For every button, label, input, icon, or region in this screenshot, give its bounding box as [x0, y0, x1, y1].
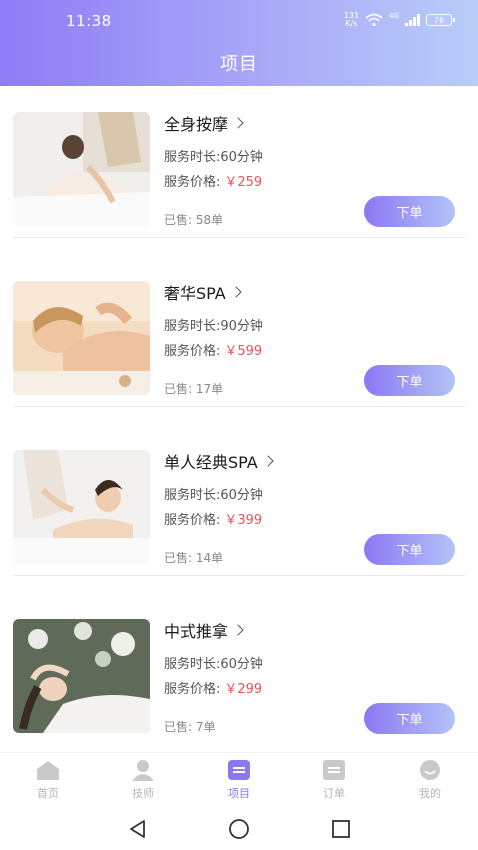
battery-icon: 76	[426, 14, 455, 26]
chevron-right-icon	[262, 455, 274, 467]
service-duration: 服务时长:60分钟	[164, 150, 263, 165]
service-price: 服务价格: ￥259	[164, 175, 263, 190]
divider	[13, 237, 465, 238]
signal-icon	[405, 14, 420, 26]
service-image	[13, 281, 150, 395]
bottom-tab-bar: 首页 技师 项目 订单 我的	[0, 752, 478, 808]
service-price: 服务价格: ￥599	[164, 344, 263, 359]
divider	[13, 406, 465, 407]
tab-home[interactable]: 首页	[18, 759, 78, 801]
network-speed: 131 K/s	[343, 11, 360, 28]
service-item[interactable]: 奢华SPA 服务时长:90分钟 服务价格: ￥599 已售: 17单 下单	[0, 255, 478, 424]
home-circle-icon[interactable]	[228, 818, 250, 840]
system-nav-bar	[0, 808, 478, 850]
service-image	[13, 619, 150, 733]
tab-technician[interactable]: 技师	[113, 759, 173, 801]
project-icon	[228, 760, 250, 780]
order-button[interactable]: 下单	[364, 365, 455, 396]
page-title: 项目	[220, 54, 258, 75]
service-name: 单人经典SPA	[164, 453, 258, 472]
service-name: 奢华SPA	[164, 284, 226, 303]
service-price: 服务价格: ￥299	[164, 682, 263, 697]
tab-order[interactable]: 订单	[304, 759, 364, 801]
service-duration: 服务时长:60分钟	[164, 488, 263, 503]
chevron-right-icon	[230, 286, 242, 298]
network-type: 4G	[389, 12, 399, 20]
recents-icon[interactable]	[330, 818, 352, 840]
sold-count: 已售: 14单	[164, 551, 224, 565]
sold-count: 已售: 7单	[164, 720, 216, 734]
sold-count: 已售: 17单	[164, 382, 224, 396]
sold-count: 已售: 58单	[164, 213, 224, 227]
service-image	[13, 112, 150, 226]
service-name-link[interactable]: 单人经典SPA	[164, 449, 274, 473]
service-name: 全身按摩	[164, 115, 229, 134]
service-name-link[interactable]: 中式推拿	[164, 618, 244, 642]
home-icon	[37, 761, 59, 780]
divider	[13, 575, 465, 576]
wifi-icon	[365, 13, 383, 27]
service-item[interactable]: 全身按摩 服务时长:60分钟 服务价格: ￥259 已售: 58单 下单	[0, 86, 478, 255]
chevron-right-icon	[232, 624, 244, 636]
service-list: 全身按摩 服务时长:60分钟 服务价格: ￥259 已售: 58单 下单 奢华S…	[0, 86, 478, 762]
order-button[interactable]: 下单	[364, 703, 455, 734]
order-button[interactable]: 下单	[364, 534, 455, 565]
technician-icon	[132, 760, 154, 781]
service-name-link[interactable]: 全身按摩	[164, 111, 244, 135]
service-item[interactable]: 中式推拿 服务时长:60分钟 服务价格: ￥299 已售: 7单 下单	[0, 593, 478, 762]
service-duration: 服务时长:90分钟	[164, 319, 263, 334]
service-image	[13, 450, 150, 564]
order-icon	[323, 760, 345, 780]
service-item[interactable]: 单人经典SPA 服务时长:60分钟 服务价格: ￥399 已售: 14单 下单	[0, 424, 478, 593]
status-time: 11:38	[66, 12, 112, 30]
service-duration: 服务时长:60分钟	[164, 657, 263, 672]
status-icons: 131 K/s 4G 76	[343, 11, 455, 28]
header: 11:38 131 K/s 4G 76 项目	[0, 0, 478, 86]
service-name: 中式推拿	[164, 622, 229, 641]
back-icon[interactable]	[127, 818, 149, 840]
tab-profile[interactable]: 我的	[400, 759, 460, 801]
profile-icon	[420, 760, 440, 780]
order-button[interactable]: 下单	[364, 196, 455, 227]
tab-project[interactable]: 项目	[209, 759, 269, 801]
chevron-right-icon	[232, 117, 244, 129]
service-price: 服务价格: ￥399	[164, 513, 263, 528]
service-name-link[interactable]: 奢华SPA	[164, 280, 242, 304]
